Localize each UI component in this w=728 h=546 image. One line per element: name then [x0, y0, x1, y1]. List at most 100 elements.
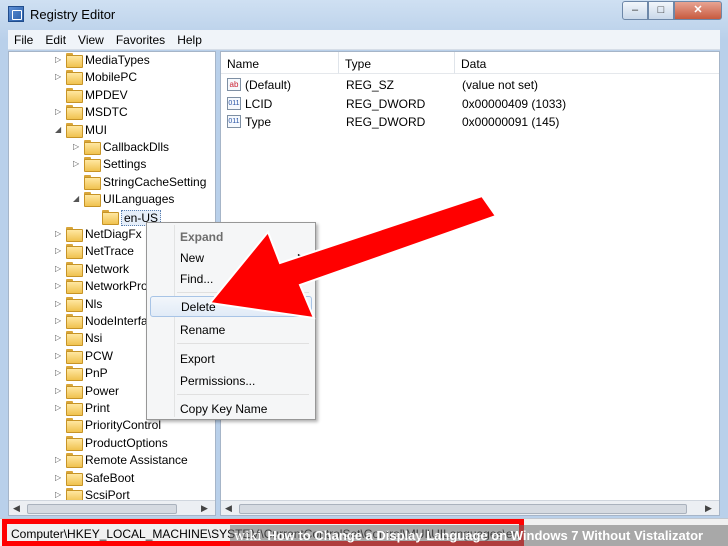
folder-icon: [66, 296, 83, 312]
expand-arrow-icon[interactable]: ▷: [55, 108, 63, 116]
context-menu-rename[interactable]: Rename: [150, 319, 312, 340]
menu-view[interactable]: View: [72, 30, 110, 50]
title-bar[interactable]: Registry Editor – □ ✕: [0, 0, 728, 30]
tree-item[interactable]: ▷ CallbackDlls: [9, 139, 215, 156]
tree-scroll-thumb[interactable]: [27, 504, 177, 514]
context-menu-expand[interactable]: Expand: [150, 226, 312, 247]
tree-item-label: NetworkPro: [85, 279, 148, 294]
folder-icon: [66, 261, 83, 277]
menu-help[interactable]: Help: [171, 30, 208, 50]
column-header-name[interactable]: Name: [221, 52, 339, 74]
value-row[interactable]: 011 LCID REG_DWORD 0x00000409 (1033): [221, 95, 719, 113]
tree-item-label: Network: [85, 261, 130, 276]
menu-edit[interactable]: Edit: [39, 30, 72, 50]
folder-icon: [66, 470, 83, 486]
context-menu-export[interactable]: Export: [150, 348, 312, 369]
maximize-button[interactable]: □: [648, 1, 674, 20]
folder-icon: [84, 192, 101, 208]
context-menu-delete[interactable]: Delete: [150, 296, 312, 317]
expand-arrow-icon[interactable]: ▷: [55, 456, 63, 464]
expand-arrow-icon[interactable]: ▷: [55, 334, 63, 342]
folder-icon: [66, 105, 83, 121]
tree-item[interactable]: ◢ UILanguages: [9, 191, 215, 208]
expand-arrow-icon[interactable]: ▷: [55, 491, 63, 499]
tree-item-label: MediaTypes: [85, 53, 150, 67]
binary-value-icon: 011: [227, 96, 241, 110]
scroll-right-icon[interactable]: ▶: [201, 503, 208, 514]
value-row[interactable]: 011 Type REG_DWORD 0x00000091 (145): [221, 113, 719, 131]
expand-arrow-icon[interactable]: ▷: [73, 143, 81, 151]
tree-item[interactable]: ▷ MobilePC: [9, 69, 215, 86]
column-header-type[interactable]: Type: [339, 52, 455, 74]
context-menu-permissions[interactable]: Permissions...: [150, 370, 312, 391]
scroll-left-icon[interactable]: ◀: [225, 503, 232, 514]
context-menu-new-label: New: [180, 251, 205, 265]
submenu-arrow-icon: ▶: [297, 252, 304, 261]
registry-editor-icon: [8, 6, 24, 22]
scroll-left-icon[interactable]: ◀: [13, 503, 20, 514]
context-menu-find[interactable]: Find...: [150, 268, 312, 289]
tree-item[interactable]: ▷ MSDTC: [9, 104, 215, 121]
expand-arrow-icon[interactable]: ▷: [55, 404, 63, 412]
tree-item[interactable]: StringCacheSetting: [9, 174, 215, 191]
tree-item[interactable]: ▷ SafeBoot: [9, 470, 215, 487]
expand-arrow-icon[interactable]: ▷: [55, 317, 63, 325]
tree-item-label: MSDTC: [85, 105, 128, 120]
tree-item[interactable]: MPDEV: [9, 87, 215, 104]
folder-icon: [66, 122, 83, 138]
tree-item-label: Nsi: [85, 331, 103, 346]
tree-horizontal-scrollbar[interactable]: ◀ ▶: [9, 500, 215, 515]
tree-item-label: Print: [85, 401, 110, 415]
context-menu-copy-key-name[interactable]: Copy Key Name: [150, 398, 312, 419]
menu-separator: [177, 343, 309, 344]
context-menu-new[interactable]: New ▶: [150, 247, 312, 268]
folder-icon: [66, 331, 83, 347]
folder-icon: [66, 383, 83, 399]
value-type: REG_DWORD: [346, 96, 426, 111]
folder-icon: [66, 401, 83, 416]
tree-item[interactable]: ▷ Remote Assistance: [9, 452, 215, 469]
value-name: LCID: [245, 96, 273, 111]
tree-item-label: MobilePC: [85, 70, 138, 85]
folder-icon: [66, 418, 83, 434]
expand-arrow-icon[interactable]: ▷: [55, 247, 63, 255]
expand-arrow-icon[interactable]: ▷: [73, 160, 81, 168]
string-value-icon: ab: [227, 78, 241, 91]
folder-icon: [66, 453, 83, 469]
menu-separator: [177, 394, 309, 395]
menu-file[interactable]: File: [8, 30, 39, 50]
collapse-arrow-icon[interactable]: ◢: [73, 195, 81, 203]
expand-arrow-icon[interactable]: ▷: [55, 299, 63, 308]
value-data: 0x00000409 (1033): [462, 96, 567, 111]
scroll-right-icon[interactable]: ▶: [705, 503, 712, 514]
expand-arrow-icon[interactable]: ▷: [55, 264, 63, 273]
tree-item[interactable]: ▷ Settings: [9, 156, 215, 173]
expand-arrow-icon[interactable]: ▷: [55, 56, 63, 64]
expand-arrow-icon[interactable]: ▷: [55, 369, 63, 377]
expand-arrow-icon[interactable]: ▷: [55, 351, 63, 360]
tree-item-label: SafeBoot: [85, 470, 135, 485]
value-data: 0x00000091 (145): [462, 115, 560, 129]
folder-icon: [66, 70, 83, 86]
expand-arrow-icon[interactable]: ▷: [55, 282, 63, 290]
value-row[interactable]: ab (Default) REG_SZ (value not set): [221, 76, 719, 94]
minimize-button[interactable]: –: [622, 1, 648, 20]
tree-item-label: UILanguages: [103, 192, 175, 207]
value-data: (value not set): [462, 78, 539, 92]
values-horizontal-scrollbar[interactable]: ◀ ▶: [221, 500, 719, 515]
expand-arrow-icon[interactable]: ▷: [55, 386, 63, 395]
collapse-arrow-icon[interactable]: ◢: [55, 125, 63, 134]
close-button[interactable]: ✕: [674, 1, 722, 20]
folder-icon: [66, 435, 83, 451]
column-header-data[interactable]: Data: [455, 52, 719, 74]
tree-item[interactable]: ▷ MediaTypes: [9, 52, 215, 69]
menu-favorites[interactable]: Favorites: [110, 30, 171, 50]
expand-arrow-icon[interactable]: ▷: [55, 473, 63, 482]
values-scroll-thumb[interactable]: [239, 504, 687, 514]
expand-arrow-icon[interactable]: ▷: [55, 73, 63, 81]
tree-item[interactable]: ◢ MUI: [9, 122, 215, 139]
tree-item-label: NetTrace: [85, 244, 134, 259]
folder-icon: [102, 209, 119, 225]
tree-item[interactable]: ProductOptions: [9, 435, 215, 452]
expand-arrow-icon[interactable]: ▷: [55, 230, 63, 238]
